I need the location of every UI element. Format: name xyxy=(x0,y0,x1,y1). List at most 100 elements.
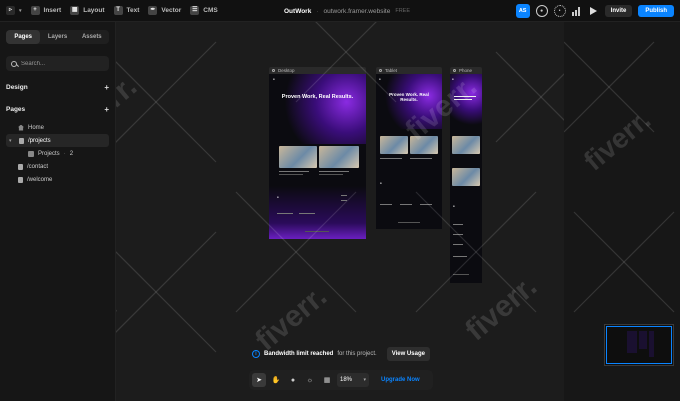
bandwidth-notice: i Bandwidth limit reached for this proje… xyxy=(252,345,430,362)
sidebar-item-projects[interactable]: ▾ /projects xyxy=(6,134,109,147)
pages-label: Pages xyxy=(6,105,26,113)
page-icon xyxy=(18,163,23,170)
vector-label: Vector xyxy=(161,7,182,14)
framer-logo-icon: ▹ xyxy=(6,6,15,15)
text-line xyxy=(279,174,303,175)
text-line xyxy=(341,200,347,201)
page-label: /contact xyxy=(27,163,49,170)
page-icon xyxy=(19,137,24,144)
text-line xyxy=(453,224,463,225)
text-line xyxy=(453,274,469,275)
site-logo: ● xyxy=(273,77,275,81)
avatar[interactable]: AS xyxy=(515,4,530,18)
sidebar-item-home[interactable]: Home xyxy=(6,121,109,134)
layout-button[interactable]: ▦ Layout xyxy=(70,6,105,15)
publish-button[interactable]: Publish xyxy=(638,5,674,17)
text-line xyxy=(454,96,476,97)
chevron-down-icon: ▾ xyxy=(19,7,22,14)
hero-section xyxy=(450,74,482,129)
text-line xyxy=(453,244,463,245)
layout-label: Layout xyxy=(83,7,105,14)
hero-section xyxy=(269,74,366,144)
count-separator: · xyxy=(63,150,66,157)
footer-logo: ● xyxy=(380,181,382,185)
hero-title: Proven Work. Real Results. xyxy=(389,92,429,102)
tab-assets[interactable]: Assets xyxy=(75,30,109,44)
add-design-icon[interactable]: + xyxy=(104,83,109,92)
home-icon xyxy=(18,124,24,131)
project-thumbnail xyxy=(279,146,317,168)
minimap-viewport[interactable] xyxy=(606,326,672,364)
bandwidth-message: for this project. xyxy=(337,350,377,357)
tab-pages[interactable]: Pages xyxy=(6,30,41,44)
zoom-control[interactable]: 18% ▾ xyxy=(337,373,369,387)
text-line xyxy=(319,171,349,172)
project-thumbnail xyxy=(452,168,480,186)
footer-section xyxy=(376,174,442,229)
play-icon[interactable] xyxy=(589,7,597,15)
title-separator: · xyxy=(316,7,319,15)
page-label: Projects xyxy=(38,150,60,157)
text-label: Text xyxy=(126,7,140,14)
frame-label-desktop[interactable]: Desktop xyxy=(269,67,366,74)
frame-icon xyxy=(379,69,382,72)
left-sidebar: Pages Layers Assets Design + Pages + Hom… xyxy=(0,22,116,401)
pages-section-header[interactable]: Pages + xyxy=(6,103,109,115)
project-domain: outwork.framer.website xyxy=(323,7,391,15)
site-logo: ● xyxy=(379,77,381,81)
minimap[interactable] xyxy=(604,324,674,366)
footer-logo: ● xyxy=(277,195,279,199)
search-input[interactable] xyxy=(21,60,101,67)
text-button[interactable]: T Text xyxy=(113,6,140,15)
text-line xyxy=(454,99,472,100)
text-line xyxy=(299,213,315,214)
grid-icon[interactable]: ▦ xyxy=(320,373,334,387)
frame-icon xyxy=(272,69,275,72)
chevron-down-icon: ▾ xyxy=(363,377,366,383)
upgrade-now-link[interactable]: Upgrade Now xyxy=(381,377,420,383)
cms-label: CMS xyxy=(203,7,218,14)
settings-icon[interactable]: • xyxy=(553,5,566,17)
cms-button[interactable]: ☰ CMS xyxy=(190,6,218,15)
sidebar-item-contact[interactable]: /contact xyxy=(6,160,109,173)
view-usage-button[interactable]: View Usage xyxy=(386,346,430,361)
page-label: /welcome xyxy=(27,176,53,183)
text-line xyxy=(341,195,347,196)
frame-tablet[interactable]: ● Proven Work. Real Results. ● xyxy=(376,74,442,229)
text-line xyxy=(453,234,463,235)
sidebar-item-projects-collection[interactable]: Projects · 2 xyxy=(6,147,109,160)
design-section-header[interactable]: Design + xyxy=(6,81,109,93)
analytics-icon[interactable] xyxy=(571,6,582,16)
frame-label-tablet[interactable]: Tablet xyxy=(376,67,442,74)
tab-layers[interactable]: Layers xyxy=(40,30,74,44)
insert-button[interactable]: + Insert xyxy=(30,6,62,15)
select-tool-icon[interactable]: ➤ xyxy=(252,373,266,387)
search-box[interactable] xyxy=(6,56,109,71)
bandwidth-message-bold: Bandwidth limit reached xyxy=(264,350,334,357)
hand-tool-icon[interactable]: ✋ xyxy=(269,373,283,387)
cms-collection-icon xyxy=(28,150,34,157)
chevron-down-icon[interactable]: ▾ xyxy=(9,138,15,144)
plus-icon: + xyxy=(30,6,40,15)
frame-phone[interactable]: ● ● xyxy=(450,74,482,283)
zoom-value: 18% xyxy=(340,377,353,383)
site-logo: ● xyxy=(452,77,454,81)
vector-button[interactable]: ✒ Vector xyxy=(148,6,181,15)
project-thumbnail xyxy=(380,136,408,154)
frame-label-phone[interactable]: Phone xyxy=(450,67,482,74)
framer-logo-menu[interactable]: ▹ ▾ xyxy=(6,6,22,15)
project-title[interactable]: OutWork · outwork.framer.website FREE xyxy=(284,0,410,22)
frame-name: Tablet xyxy=(385,68,398,73)
comment-tool-icon[interactable]: ● xyxy=(286,373,300,387)
text-line xyxy=(277,213,293,214)
sidebar-item-welcome[interactable]: /welcome xyxy=(6,173,109,186)
add-page-icon[interactable]: + xyxy=(104,105,109,114)
insert-label: Insert xyxy=(43,7,62,14)
search-icon xyxy=(11,60,17,67)
theme-toggle-icon[interactable]: ☼ xyxy=(303,373,317,387)
collection-count: 2 xyxy=(69,150,74,157)
globe-icon[interactable]: ● xyxy=(535,5,548,17)
page-label: Home xyxy=(28,124,45,131)
invite-button[interactable]: Invite xyxy=(604,5,633,17)
frame-desktop[interactable]: ● Proven Work, Real Results. ● xyxy=(269,74,366,239)
